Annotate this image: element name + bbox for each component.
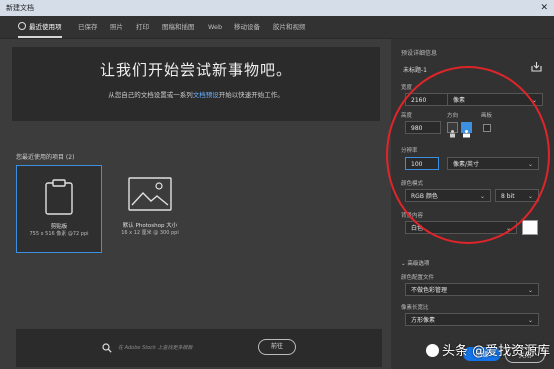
chevron-down-icon: ⌄ (527, 161, 533, 168)
tab-art-illustration[interactable]: 图稿和插图 (162, 16, 195, 38)
chevron-down-icon: ⌄ (527, 193, 533, 200)
chevron-down-icon: ⌄ (527, 317, 533, 324)
subtext-after: 开始以快速开始工作。 (218, 91, 284, 99)
background-value: 白色 (411, 225, 424, 232)
landscape-orientation-button[interactable] (461, 122, 472, 138)
color-profile-label: 颜色配置文件 (401, 275, 435, 281)
tab-saved[interactable]: 已保存 (78, 16, 98, 38)
save-preset-icon[interactable] (531, 61, 542, 72)
tab-film-video[interactable]: 胶片和视频 (273, 16, 306, 38)
artboard-checkbox[interactable] (483, 124, 491, 132)
color-mode-select[interactable]: RGB 颜色 ⌄ (405, 189, 491, 202)
portrait-icon (450, 130, 455, 138)
resolution-label: 分辨率 (401, 148, 418, 154)
stock-search-input[interactable]: 在 Adobe Stock 上查找更多模板 (118, 344, 193, 351)
portrait-orientation-button[interactable] (447, 122, 458, 138)
watermark-text: 头条 @爱找资源库 (442, 344, 551, 359)
background-select[interactable]: 白色 ⌄ (405, 221, 517, 234)
image-icon (128, 177, 172, 211)
tab-print[interactable]: 打印 (136, 16, 149, 38)
welcome-banner: 让我们开始尝试新事物吧。 从您自己的文档设置或一系列文档预设开始以快速开始工作。 (12, 47, 380, 121)
pixel-aspect-select[interactable]: 方形像素 ⌄ (405, 313, 539, 326)
width-unit-select[interactable]: 像素 ⌄ (447, 93, 543, 106)
height-label: 高度 (401, 113, 413, 119)
tab-label: 最近使用项 (29, 23, 62, 31)
tab-recent[interactable]: 最近使用项 (18, 16, 62, 38)
color-mode-label: 颜色模式 (401, 181, 424, 187)
recent-item-default-photoshop[interactable]: 默认 Photoshop 大小 16 x 12 厘米 @ 300 ppi (108, 165, 192, 251)
document-presets-link[interactable]: 文档预设 (193, 91, 219, 99)
resolution-unit-select[interactable]: 像素/英寸 ⌄ (447, 157, 539, 170)
preset-details-title: 预设详细信息 (401, 50, 438, 57)
recent-item-clipboard[interactable]: 剪贴板 755 x 516 像素 @72 ppi (16, 165, 102, 253)
chevron-down-icon: ⌄ (505, 225, 511, 232)
advanced-options-toggle[interactable]: ⌄ 高级选项 (401, 259, 429, 267)
recent-item-name: 剪贴板 (50, 224, 68, 230)
recent-item-dims: 755 x 516 像素 @72 ppi (29, 231, 89, 237)
left-pane: 让我们开始尝试新事物吧。 从您自己的文档设置或一系列文档预设开始以快速开始工作。… (0, 39, 390, 369)
landscape-icon (463, 130, 470, 138)
orientation-label: 方向 (447, 113, 459, 119)
chevron-down-icon: ⌄ (527, 287, 533, 294)
recent-item-name: 默认 Photoshop 大小 (122, 223, 178, 229)
stock-search-bar: 在 Adobe Stock 上查找更多模板 前往 (16, 329, 382, 367)
document-name-field[interactable]: 未标题-1 (403, 65, 427, 74)
color-profile-value: 不做色彩管理 (411, 287, 448, 294)
preset-details-panel: 预设详细信息 未标题-1 宽度 2160 像素 ⌄ 高度 方向 画板 980 分辨… (391, 39, 554, 369)
chevron-down-icon: ⌄ (531, 97, 537, 104)
color-profile-select[interactable]: 不做色彩管理 ⌄ (405, 283, 539, 296)
height-input[interactable]: 980 (405, 121, 441, 134)
background-label: 背景内容 (401, 213, 424, 219)
width-unit-value: 像素 (453, 97, 466, 104)
paw-logo-icon (426, 344, 439, 357)
window-titlebar: 新建文档 ✕ (0, 0, 554, 16)
welcome-subtext: 从您自己的文档设置或一系列文档预设开始以快速开始工作。 (12, 89, 380, 99)
bit-depth-value: 8 bit (501, 193, 515, 200)
tab-web[interactable]: Web (208, 16, 222, 38)
recent-item-dims: 16 x 12 厘米 @ 300 ppi (121, 230, 179, 236)
watermark: 头条 @爱找资源库 (426, 340, 550, 359)
close-icon[interactable]: ✕ (540, 0, 548, 16)
advanced-options-label: 高级选项 (407, 261, 430, 267)
welcome-headline: 让我们开始尝试新事物吧。 (99, 61, 292, 79)
resolution-unit-value: 像素/英寸 (453, 161, 480, 168)
clipboard-icon (45, 179, 73, 215)
clock-icon (18, 22, 26, 30)
go-button[interactable]: 前往 (258, 339, 296, 355)
recent-items-label: 您最近使用的项目 (2) (16, 154, 75, 161)
subtext-before: 从您自己的文档设置或一系列 (108, 91, 193, 99)
tab-photo[interactable]: 照片 (110, 16, 123, 38)
chevron-down-icon: ⌄ (479, 193, 485, 200)
new-document-dialog: 最近使用项 已保存 照片 打印 图稿和插图 Web 移动设备 胶片和视频 让我们… (0, 16, 554, 369)
artboard-label: 画板 (481, 113, 493, 119)
pixel-aspect-label: 像素长宽比 (401, 305, 429, 311)
preset-tabs: 最近使用项 已保存 照片 打印 图稿和插图 Web 移动设备 胶片和视频 (0, 16, 554, 39)
width-label: 宽度 (401, 85, 413, 91)
tab-mobile[interactable]: 移动设备 (234, 16, 260, 38)
background-color-swatch[interactable] (522, 220, 538, 235)
resolution-input[interactable]: 100 (405, 157, 439, 170)
color-mode-value: RGB 颜色 (411, 193, 438, 200)
bit-depth-select[interactable]: 8 bit ⌄ (495, 189, 539, 202)
pixel-aspect-value: 方形像素 (411, 317, 436, 324)
search-icon (102, 343, 112, 353)
window-title: 新建文档 (6, 4, 34, 12)
